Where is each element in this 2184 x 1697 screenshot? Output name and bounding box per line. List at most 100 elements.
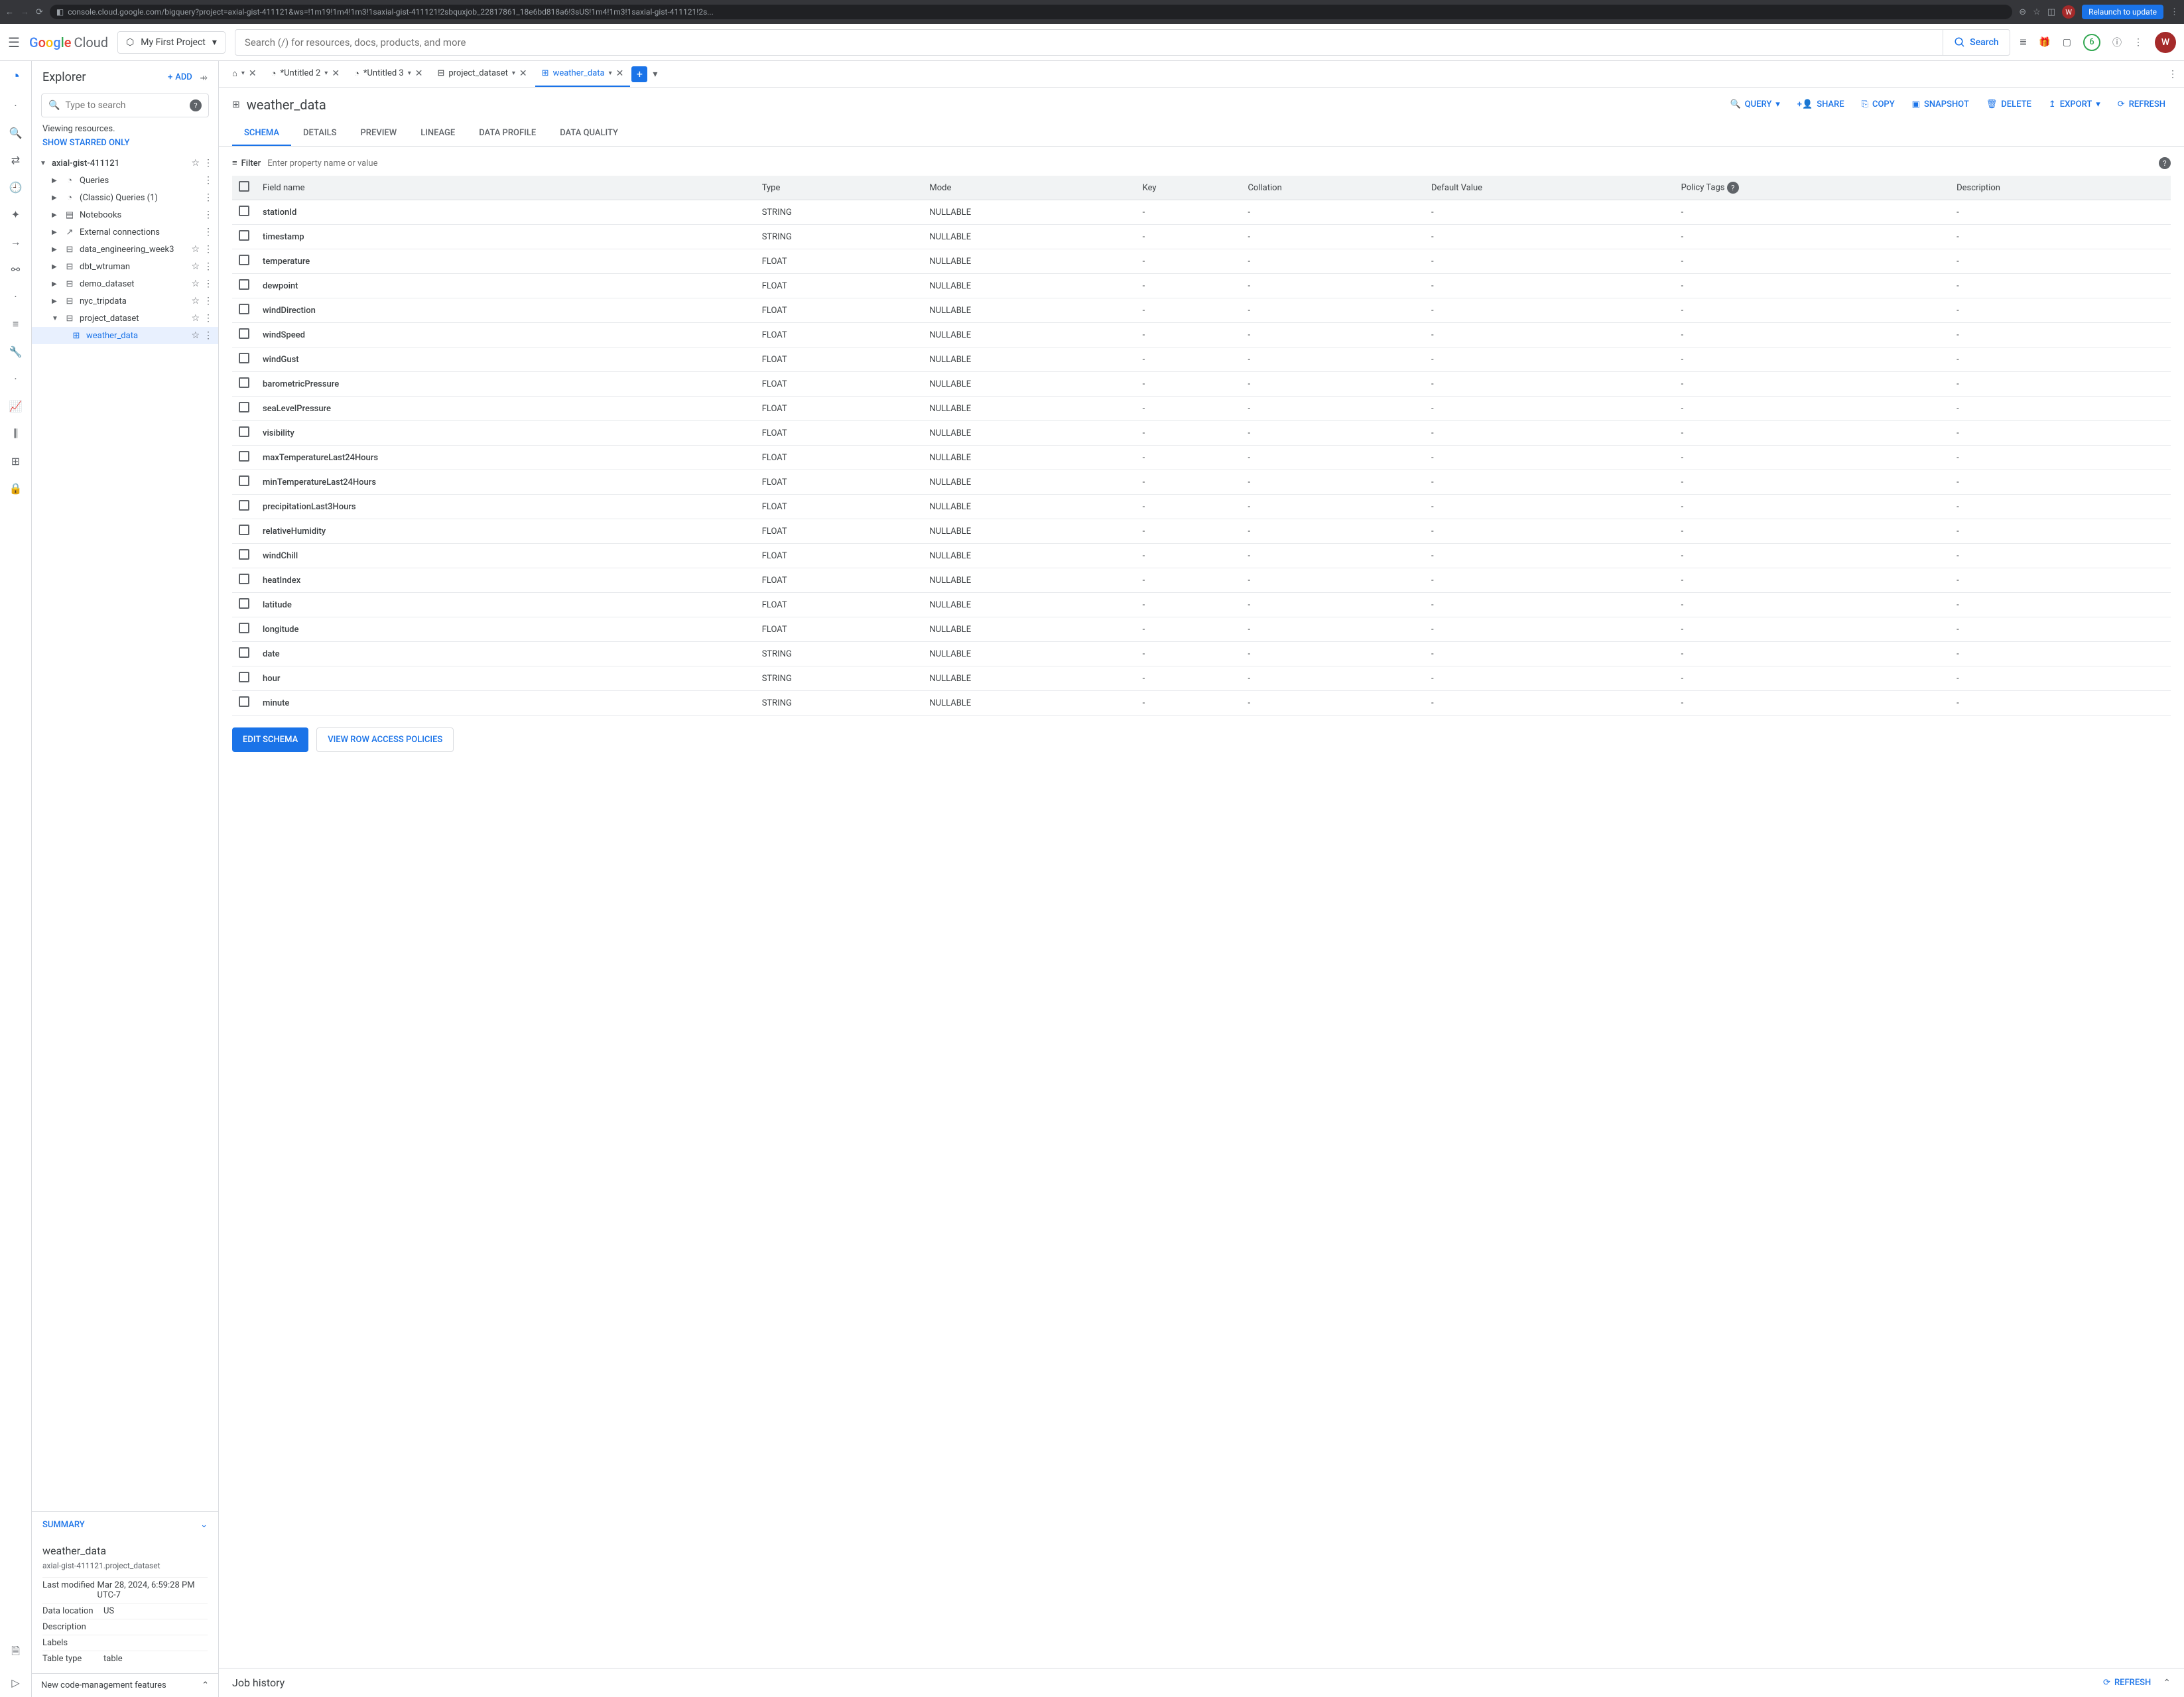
workspace-more-icon[interactable]: ⋮ [2168,69,2177,80]
dataset-node[interactable]: ▶ ⊟ nyc_tripdata ☆ ⋮ [32,292,218,310]
row-checkbox[interactable] [239,451,249,462]
dataset-node[interactable]: ▶ ⊟ data_engineering_week3 ☆ ⋮ [32,241,218,258]
schema-row[interactable]: timestamp STRING NULLABLE - - - - - [232,225,2171,249]
table-tab-active[interactable]: ⊞ weather_data ▾ ✕ [535,61,631,87]
row-checkbox[interactable] [239,402,249,412]
grid-rail-icon[interactable]: ⊞ [11,455,20,468]
site-info-icon[interactable]: ◧ [56,7,64,17]
nav-menu-icon[interactable]: ☰ [8,34,20,50]
row-checkbox[interactable] [239,475,249,486]
query-tab[interactable]: ◔ *Untitled 3 ▾ ✕ [348,61,429,87]
url-bar[interactable]: ◧ console.cloud.google.com/bigquery?proj… [50,5,2012,19]
row-checkbox[interactable] [239,623,249,633]
schema-row[interactable]: relativeHumidity FLOAT NULLABLE - - - - … [232,519,2171,544]
row-checkbox[interactable] [239,353,249,363]
schema-row[interactable]: temperature FLOAT NULLABLE - - - - - [232,249,2171,274]
terminal-icon[interactable]: ▢ [2063,37,2071,48]
schema-row[interactable]: windDirection FLOAT NULLABLE - - - - - [232,298,2171,323]
close-icon[interactable]: ✕ [519,68,527,79]
schema-row[interactable]: windGust FLOAT NULLABLE - - - - - [232,347,2171,372]
doc-rail-icon[interactable]: 🗎 [11,1644,20,1662]
delete-button[interactable]: 🗑DELETE [1981,95,2037,113]
dataset-tab[interactable]: ⊟ project_dataset ▾ ✕ [430,61,533,87]
schema-row[interactable]: minTemperatureLast24Hours FLOAT NULLABLE… [232,470,2171,495]
dot-icon[interactable]: · [14,99,17,112]
row-checkbox[interactable] [239,230,249,241]
search-input[interactable] [235,36,1943,48]
list-rail-icon[interactable]: ≡ [13,318,19,331]
query-tab[interactable]: ◔ *Untitled 2 ▾ ✕ [265,61,346,87]
more-icon[interactable]: ⋮ [204,279,213,289]
preview-tab[interactable]: PREVIEW [349,121,409,146]
more-icon[interactable]: ⋮ [204,192,213,203]
more-icon[interactable]: ⋮ [204,330,213,341]
row-checkbox[interactable] [239,549,249,560]
details-tab[interactable]: DETAILS [291,121,348,146]
query-button[interactable]: 🔍QUERY▾ [1724,95,1785,113]
home-tab[interactable]: ⌂ ▾ ✕ [225,61,263,87]
project-selector[interactable]: ⬡ My First Project ▾ [117,31,225,54]
row-checkbox[interactable] [239,206,249,216]
show-starred-link[interactable]: SHOW STARRED ONLY [32,135,218,155]
notebooks-node[interactable]: ▶ ▤ Notebooks ⋮ [32,206,218,223]
dot2-icon[interactable]: · [14,290,17,303]
row-checkbox[interactable] [239,525,249,535]
row-checkbox[interactable] [239,672,249,682]
back-icon[interactable]: ← [5,7,14,17]
search-button[interactable]: Search [1943,30,2009,55]
row-checkbox[interactable] [239,426,249,437]
schema-row[interactable]: dewpoint FLOAT NULLABLE - - - - - [232,274,2171,298]
schema-tab[interactable]: SCHEMA [232,121,291,146]
share-button[interactable]: +👤SHARE [1792,95,1850,113]
close-icon[interactable]: ✕ [415,68,423,79]
schema-row[interactable]: windSpeed FLOAT NULLABLE - - - - - [232,323,2171,347]
row-checkbox[interactable] [239,696,249,707]
star-icon[interactable]: ☆ [191,279,200,289]
refresh-button[interactable]: ⟳REFRESH [2112,95,2171,113]
copy-button[interactable]: ⎘COPY [1856,95,1900,113]
more-icon[interactable]: ⋮ [204,227,213,237]
schema-row[interactable]: date STRING NULLABLE - - - - - [232,642,2171,666]
star-icon[interactable]: ☆ [191,261,200,272]
more-icon[interactable]: ⋮ [204,261,213,272]
row-checkbox[interactable] [239,647,249,658]
row-checkbox[interactable] [239,598,249,609]
history-rail-icon[interactable]: 🕘 [9,181,23,194]
col-field-name[interactable]: Field name [256,176,755,200]
schema-row[interactable]: minute STRING NULLABLE - - - - - [232,691,2171,716]
help-icon[interactable]: ? [190,99,202,111]
account-avatar[interactable]: W [2155,32,2176,53]
trial-badge[interactable]: 6 [2083,34,2100,51]
close-icon[interactable]: ✕ [249,68,257,79]
bar-rail-icon[interactable]: ⫼ [13,427,18,440]
help-icon[interactable]: ⓘ [2112,36,2122,49]
dot3-icon[interactable]: · [14,373,17,385]
table-node-selected[interactable]: ⊞ weather_data ☆ ⋮ [32,327,218,344]
transfer-rail-icon[interactable]: → [11,235,21,249]
new-tab-button[interactable]: + [631,66,647,82]
col-description[interactable]: Description [1950,176,2171,200]
lineage-tab[interactable]: LINEAGE [409,121,467,146]
star-icon[interactable]: ☆ [191,244,200,255]
classic-queries-node[interactable]: ▶ ◔ (Classic) Queries (1) ⋮ [32,189,218,206]
close-icon[interactable]: ✕ [332,68,340,79]
browser-menu-icon[interactable]: ⋮ [2170,7,2179,17]
col-key[interactable]: Key [1136,176,1242,200]
schema-row[interactable]: heatIndex FLOAT NULLABLE - - - - - [232,568,2171,593]
summary-toggle[interactable]: SUMMARY ⌄ [32,1512,218,1538]
edit-schema-button[interactable]: EDIT SCHEMA [232,727,308,752]
more-icon[interactable]: ⋮ [204,296,213,306]
more-icon[interactable]: ⋮ [2134,37,2143,48]
project-node[interactable]: ▼ axial-gist-411121 ☆ ⋮ [32,155,218,172]
star-icon[interactable]: ☆ [191,296,200,306]
row-checkbox[interactable] [239,377,249,388]
profile-avatar[interactable]: W [2062,5,2075,19]
reload-icon[interactable]: ⟳ [36,7,43,17]
footer-announcement[interactable]: New code-management features ⌃ [32,1673,218,1697]
data-quality-tab[interactable]: DATA QUALITY [548,121,630,146]
more-icon[interactable]: ⋮ [204,175,213,186]
select-all-checkbox[interactable] [239,181,249,192]
search-rail-icon[interactable]: 🔍 [9,127,23,139]
schema-row[interactable]: precipitationLast3Hours FLOAT NULLABLE -… [232,495,2171,519]
more-icon[interactable]: ⋮ [204,210,213,220]
